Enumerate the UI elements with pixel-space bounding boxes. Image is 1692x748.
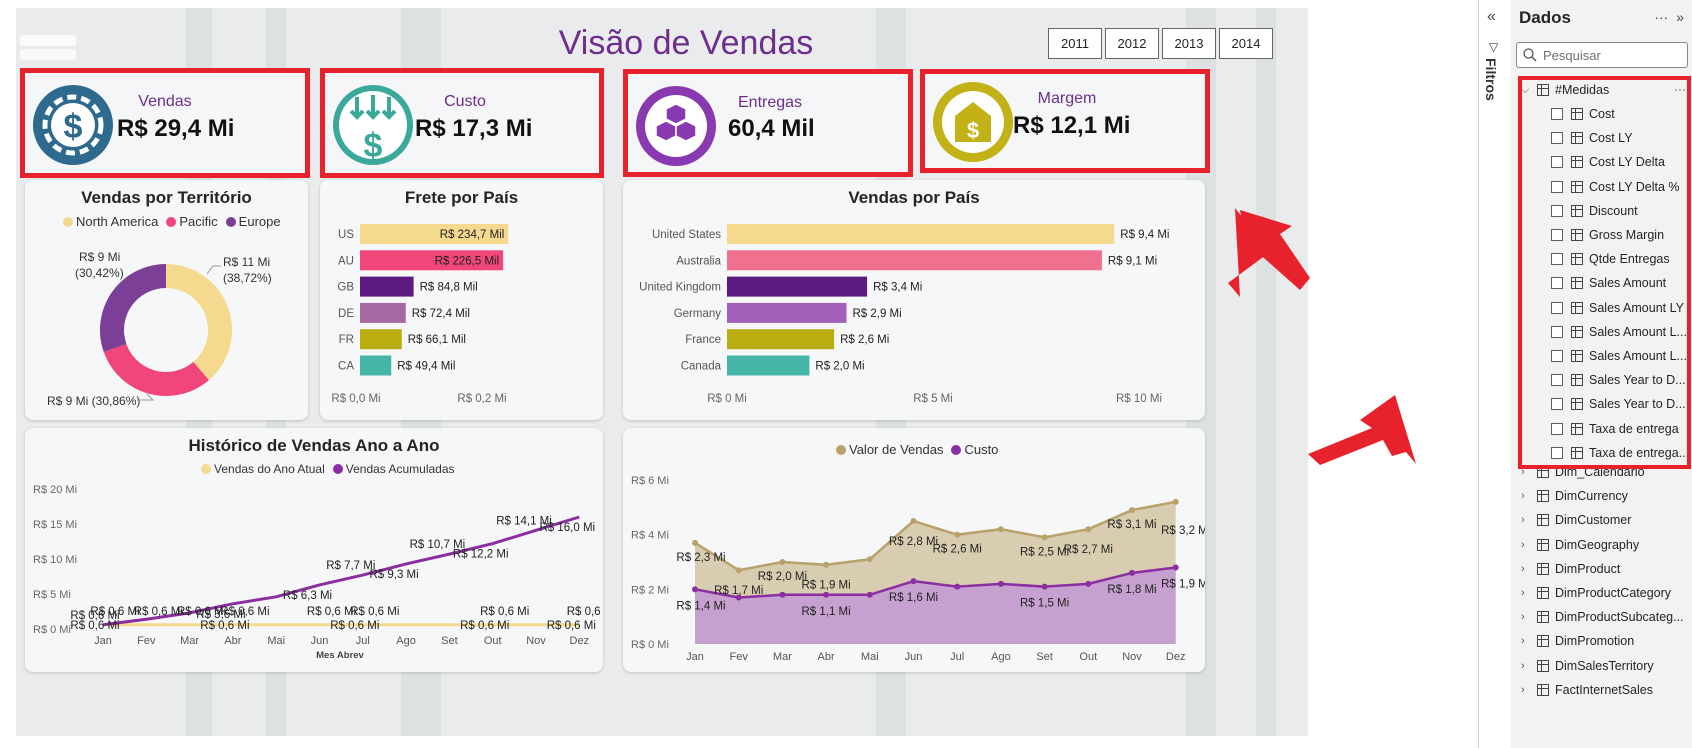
- tree-table-label: DimGeography: [1555, 537, 1640, 552]
- chevron-right-icon[interactable]: ›: [1521, 490, 1535, 502]
- tree-table-label: DimProduct: [1555, 561, 1621, 576]
- tree-table[interactable]: › DimProduct: [1521, 559, 1620, 579]
- table-icon: [1537, 562, 1549, 575]
- annotation-arrows: [1228, 208, 1416, 465]
- annotation-arrow-up-left: [1228, 208, 1310, 297]
- tree-table[interactable]: › FactInternetSales: [1521, 680, 1653, 700]
- chevron-right-icon[interactable]: ›: [1521, 539, 1535, 551]
- chevron-right-icon[interactable]: ›: [1521, 514, 1535, 526]
- tree-table-label: FactInternetSales: [1555, 682, 1653, 697]
- tree-table-label: DimProductCategory: [1555, 586, 1672, 600]
- tree-table-label: DimCustomer: [1555, 513, 1632, 528]
- chevron-right-icon[interactable]: ›: [1521, 635, 1535, 647]
- filters-pane-collapsed[interactable]: « ▽ Filtros: [1479, 0, 1511, 748]
- tree-table[interactable]: › DimProductCategory: [1521, 583, 1671, 603]
- table-icon: [1537, 659, 1549, 672]
- table-icon: [1537, 490, 1549, 503]
- data-pane-title: Dados: [1519, 8, 1571, 27]
- annotation-arrow-up-right: [1308, 395, 1416, 465]
- tree-table-label: DimCurrency: [1555, 489, 1628, 504]
- table-icon: [1537, 611, 1549, 624]
- table-icon: [1537, 683, 1549, 696]
- measures-highlight-box: [1518, 76, 1691, 469]
- table-icon: [1537, 635, 1549, 648]
- pane-actions: ··· »: [1654, 9, 1684, 25]
- chevron-right-icon[interactable]: ›: [1521, 684, 1535, 696]
- tree-table[interactable]: › DimProductSubcateg...: [1521, 607, 1684, 627]
- tree-table[interactable]: › DimPromotion: [1521, 631, 1634, 651]
- search-icon: [1523, 48, 1537, 62]
- chevron-right-icon[interactable]: ›: [1521, 660, 1535, 672]
- chevron-right-icon[interactable]: ›: [1521, 563, 1535, 575]
- table-icon: [1537, 538, 1549, 551]
- table-icon: [1537, 587, 1549, 599]
- chevron-right-icon[interactable]: ›: [1521, 611, 1535, 623]
- collapse-right-icon[interactable]: »: [1676, 9, 1684, 25]
- tree-table[interactable]: › DimCurrency: [1521, 486, 1628, 506]
- tree-table-label: DimSalesTerritory: [1555, 658, 1654, 673]
- tree-table[interactable]: › DimCustomer: [1521, 510, 1631, 530]
- filters-label[interactable]: Filtros: [1483, 58, 1499, 101]
- tree-table-label: DimPromotion: [1555, 634, 1635, 649]
- collapse-left-icon[interactable]: «: [1487, 8, 1496, 26]
- chevron-right-icon[interactable]: ›: [1521, 587, 1535, 599]
- filter-icon: ▽: [1489, 40, 1499, 54]
- search-field[interactable]: Pesquisar: [1516, 42, 1688, 68]
- more-options-icon[interactable]: ···: [1654, 9, 1668, 25]
- tree-table[interactable]: › DimSalesTerritory: [1521, 656, 1654, 676]
- search-placeholder: Pesquisar: [1543, 47, 1601, 63]
- tree-table[interactable]: › DimGeography: [1521, 535, 1639, 555]
- table-icon: [1537, 514, 1549, 527]
- tree-table-label: DimProductSubcateg...: [1555, 610, 1684, 625]
